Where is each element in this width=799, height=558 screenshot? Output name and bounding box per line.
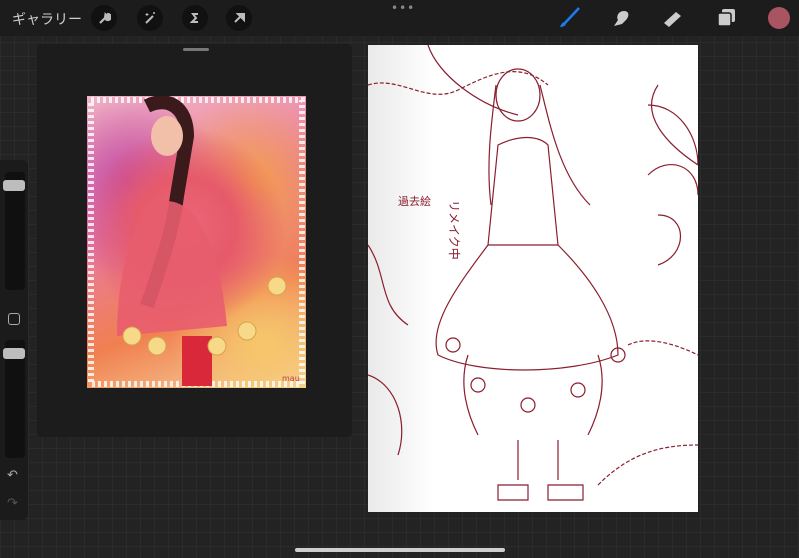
gallery-button[interactable]: ギャラリー [12,9,82,29]
undo-button[interactable]: ↶ [7,468,18,483]
redo-button[interactable]: ↷ [7,496,18,511]
transform-button[interactable] [226,5,252,31]
magic-wand-icon [145,12,155,24]
opacity-knob[interactable] [3,348,25,359]
brush-size-knob[interactable] [3,180,25,191]
adjustments-button[interactable] [137,5,163,31]
reference-drag-handle[interactable] [183,48,209,51]
modify-button[interactable] [8,313,20,325]
selection-button[interactable] [182,5,208,31]
actions-wrench-button[interactable] [91,5,117,31]
color-picker-button[interactable] [768,7,790,29]
drawing-canvas[interactable]: リメイク中 過去絵 [367,44,699,512]
reference-panel[interactable]: mau [37,44,352,437]
wrench-icon [99,12,111,24]
transform-arrow-icon [234,13,245,23]
selection-icon [189,13,198,23]
canvas-note-old-art: 過去絵 [398,194,431,208]
more-handle[interactable]: ••• [391,1,415,15]
signature: mau [282,374,300,383]
reference-image: mau [87,96,306,388]
home-indicator[interactable] [295,548,505,552]
eraser-icon[interactable] [660,6,686,30]
canvas-note-remake: リメイク中 [447,200,462,260]
left-sidebar: ↶ ↷ [0,160,28,520]
smudge-icon[interactable] [608,6,634,30]
layers-icon[interactable] [713,6,739,30]
top-toolbar: ギャラリー ••• [0,0,799,36]
brush-icon[interactable] [557,6,583,30]
